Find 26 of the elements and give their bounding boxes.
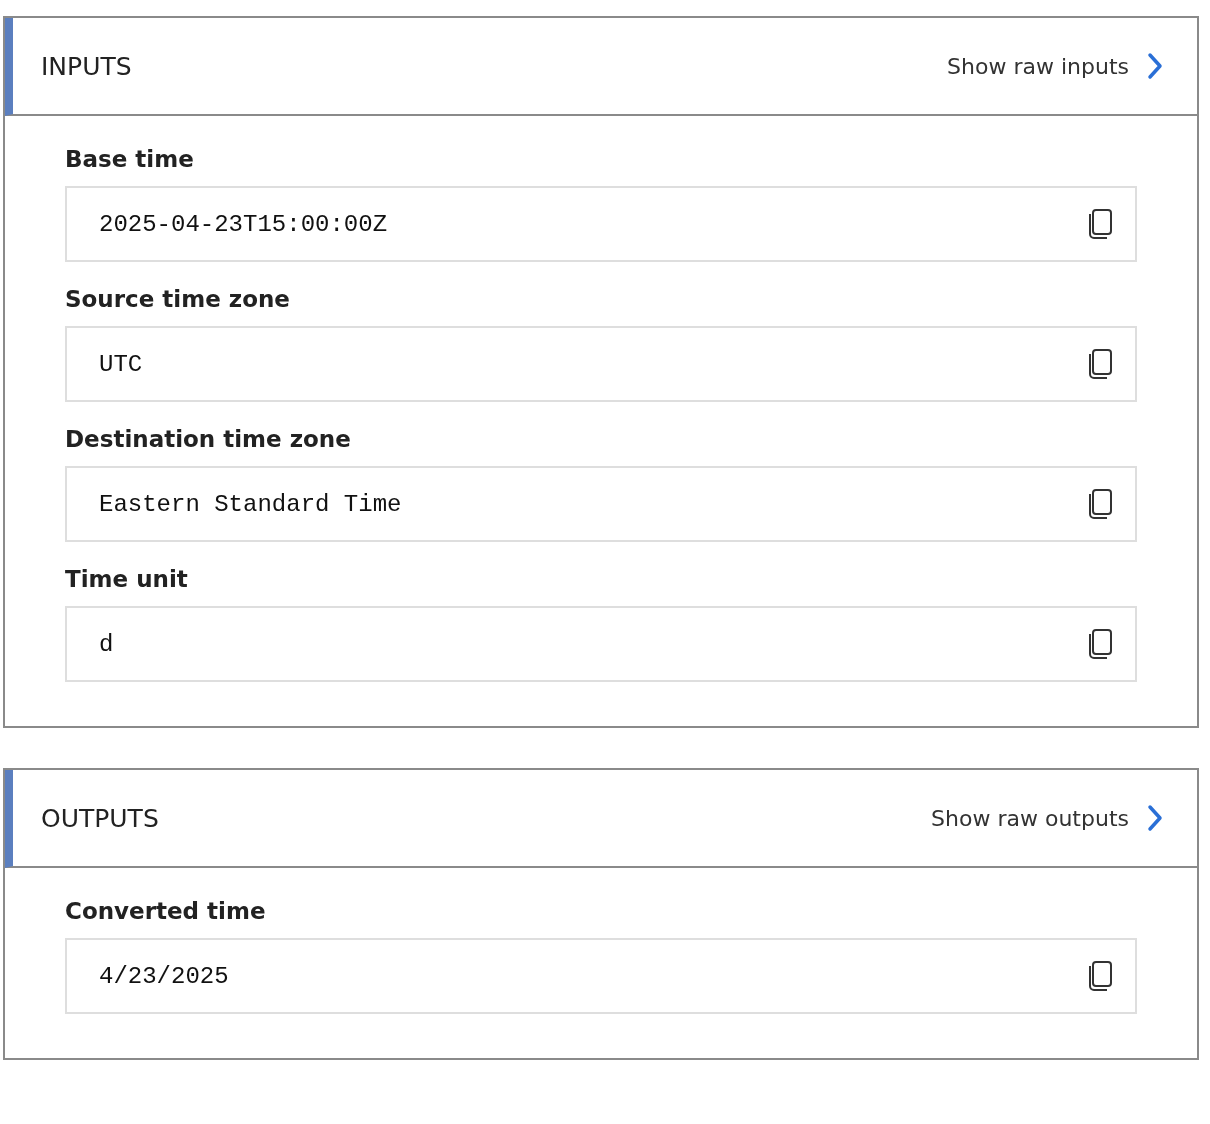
field-label: Time unit xyxy=(65,566,189,592)
field-value: 4/23/2025 xyxy=(99,962,229,990)
value-field[interactable]: d xyxy=(65,606,1137,682)
value-field[interactable]: 4/23/2025 xyxy=(65,938,1137,1014)
copy-icon[interactable] xyxy=(1087,628,1113,660)
value-field[interactable]: 2025-04-23T15:00:00Z xyxy=(65,186,1137,262)
chevron-right-icon xyxy=(1147,804,1163,832)
field-label: Converted time xyxy=(65,898,267,924)
field-label: Destination time zone xyxy=(65,426,352,452)
show-raw-link[interactable]: Show raw outputs xyxy=(931,804,1163,832)
section-title: OUTPUTS xyxy=(41,803,159,833)
copy-icon[interactable] xyxy=(1087,488,1113,520)
copy-icon[interactable] xyxy=(1087,348,1113,380)
field-label: Base time xyxy=(65,146,195,172)
copy-icon[interactable] xyxy=(1087,960,1113,992)
field-label: Source time zone xyxy=(65,286,291,312)
section-title: INPUTS xyxy=(41,51,132,81)
chevron-right-icon xyxy=(1147,52,1163,80)
show-raw-link[interactable]: Show raw inputs xyxy=(947,52,1163,80)
field-value: d xyxy=(99,630,114,658)
field-value: Eastern Standard Time xyxy=(99,490,402,518)
field-value: UTC xyxy=(99,350,143,378)
field-value: 2025-04-23T15:00:00Z xyxy=(99,210,388,238)
copy-icon[interactable] xyxy=(1087,208,1113,240)
value-field[interactable]: Eastern Standard Time xyxy=(65,466,1137,542)
value-field[interactable]: UTC xyxy=(65,326,1137,402)
